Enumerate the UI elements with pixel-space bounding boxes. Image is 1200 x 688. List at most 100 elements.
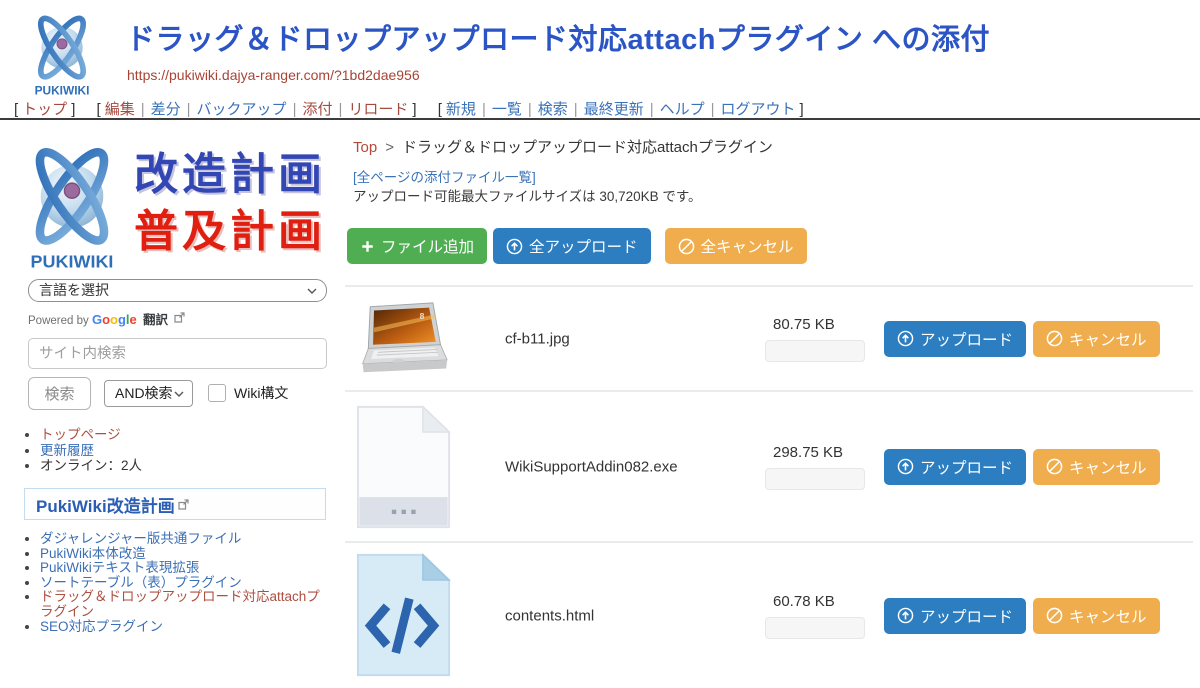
logo-line-kaizou: 改造計画 <box>134 146 326 203</box>
sidebar-plugin-links: ダジャレンジャー版共通ファイル PukiWiki本体改造 PukiWikiテキス… <box>0 532 370 634</box>
list-item: ダジャレンジャー版共通ファイル <box>40 532 328 547</box>
list-item: トップページ <box>40 427 142 443</box>
language-select[interactable]: 言語を選択 <box>28 279 327 302</box>
all-pages-attach-list-link[interactable]: [全ページの添付ファイル一覧] <box>353 166 536 186</box>
sidebar-link-seo-plugin[interactable]: SEO対応プラグイン <box>40 619 163 634</box>
svg-text:8: 8 <box>420 311 425 321</box>
file-row: 8 cf-b11.jpg 80.75 KB アップロード キャンセル <box>345 285 1193 390</box>
nav-bracket: [ <box>97 101 101 118</box>
page-url: https://pukiwiki.dajya-ranger.com/?1bd2d… <box>127 67 420 83</box>
breadcrumb: Top > ドラッグ＆ドロップアップロード対応attachプラグイン <box>353 136 773 157</box>
nav-bracket: ] <box>800 101 804 118</box>
nav-link-reload[interactable]: リロード <box>348 101 408 118</box>
sidebar-link-dnd-attach[interactable]: ドラッグ＆ドロップアップロード対応attachプラグイン <box>40 589 320 619</box>
wiki-syntax-checkbox[interactable] <box>208 384 226 402</box>
nav-link-list[interactable]: 一覧 <box>492 101 522 118</box>
site-title-link[interactable]: PukiWiki改造計画 <box>36 492 175 517</box>
external-link-icon <box>178 499 189 510</box>
file-row-actions: アップロード キャンセル <box>884 321 1160 357</box>
nav-link-recent[interactable]: 最終更新 <box>584 101 644 118</box>
nav-link-backup[interactable]: バックアップ <box>197 101 287 118</box>
breadcrumb-top-link[interactable]: Top <box>353 139 377 156</box>
file-size-column: 298.75 KB <box>765 444 875 490</box>
breadcrumb-current: ドラッグ＆ドロップアップロード対応attachプラグイン <box>402 139 773 156</box>
nav-link-diff[interactable]: 差分 <box>151 101 181 118</box>
file-name: cf-b11.jpg <box>505 330 570 347</box>
nav-bracket: [ <box>438 101 442 118</box>
file-row-actions: アップロード キャンセル <box>884 598 1160 634</box>
google-translate-attribution: Powered by Google 翻訳 <box>28 309 185 328</box>
header-divider <box>0 118 1200 120</box>
sidebar-link-text-ext[interactable]: PukiWikiテキスト表現拡張 <box>40 560 199 575</box>
nav-link-help[interactable]: ヘルプ <box>660 101 705 118</box>
nav-link-search[interactable]: 検索 <box>538 101 568 118</box>
list-item: SEO対応プラグイン <box>40 620 328 635</box>
file-row: WikiSupportAddin082.exe 298.75 KB アップロード… <box>345 390 1193 541</box>
site-title-box: PukiWiki改造計画 <box>24 488 326 520</box>
upload-all-button[interactable]: 全アップロード <box>493 228 651 264</box>
sidebar-site-logo[interactable]: 改造計画 普及計画 <box>14 132 326 274</box>
nav-separator: | <box>187 101 191 118</box>
max-upload-size-text: アップロード可能最大ファイルサイズは 30,720KB です。 <box>353 185 702 205</box>
online-users-count: オンライン：2人 <box>40 458 142 473</box>
list-item: ソートテーブル（表）プラグイン <box>40 576 328 591</box>
upload-button[interactable]: アップロード <box>884 321 1026 357</box>
language-select-value: 言語を選択 <box>39 282 109 298</box>
translate-link[interactable]: 翻訳 <box>143 313 168 327</box>
nav-link-top[interactable]: トップ <box>22 101 67 118</box>
logo-line-fukyuu: 普及計画 <box>134 203 326 260</box>
ban-icon <box>1046 458 1063 475</box>
page-title: ドラッグ＆ドロップアップロード対応attachプラグイン への添付 <box>126 16 990 58</box>
sidebar-link-recent-changes[interactable]: 更新履歴 <box>40 443 94 458</box>
sidebar-link-sort-table[interactable]: ソートテーブル（表）プラグイン <box>40 575 242 590</box>
pukiwiki-atom-icon <box>14 132 130 274</box>
chevron-down-icon <box>174 391 184 397</box>
nav-link-new[interactable]: 新規 <box>446 101 476 118</box>
cancel-button[interactable]: キャンセル <box>1033 598 1160 634</box>
sidebar-link-toppage[interactable]: トップページ <box>40 427 121 442</box>
nav-separator: | <box>338 101 342 118</box>
breadcrumb-separator: > <box>385 139 394 156</box>
upload-progress-bar <box>765 617 865 639</box>
nav-separator: | <box>293 101 297 118</box>
ban-icon <box>1046 607 1063 624</box>
cancel-button[interactable]: キャンセル <box>1033 321 1160 357</box>
nav-bracket: [ <box>14 101 18 118</box>
file-size: 80.75 KB <box>765 316 875 333</box>
cancel-button[interactable]: キャンセル <box>1033 449 1160 485</box>
upload-button[interactable]: アップロード <box>884 598 1026 634</box>
cancel-all-button[interactable]: 全キャンセル <box>665 228 807 264</box>
file-name: WikiSupportAddin082.exe <box>505 458 678 475</box>
file-size: 298.75 KB <box>765 444 875 461</box>
site-logo-text: 改造計画 普及計画 <box>134 132 326 274</box>
search-controls-row: 検索 AND検索 Wiki構文 <box>28 376 288 410</box>
file-row-actions: アップロード キャンセル <box>884 449 1160 485</box>
list-item: 更新履歴 <box>40 443 142 459</box>
file-name: contents.html <box>505 607 594 624</box>
nav-bracket: ] <box>71 101 75 118</box>
plus-icon <box>360 239 375 254</box>
top-nav: [トップ] [編集|差分|バックアップ|添付|リロード] [新規|一覧|検索|最… <box>10 98 808 119</box>
search-mode-select[interactable]: AND検索 <box>104 380 193 407</box>
upload-button[interactable]: アップロード <box>884 449 1026 485</box>
add-files-button[interactable]: ファイル追加 <box>347 228 487 264</box>
search-button[interactable]: 検索 <box>28 377 91 410</box>
upload-icon <box>897 330 914 347</box>
nav-link-edit[interactable]: 編集 <box>105 101 135 118</box>
ban-icon <box>678 238 695 255</box>
sidebar-link-common-files[interactable]: ダジャレンジャー版共通ファイル <box>40 531 241 546</box>
nav-link-logout[interactable]: ログアウト <box>721 101 796 118</box>
pukiwiki-logo[interactable] <box>14 5 110 99</box>
chevron-down-icon <box>307 288 317 294</box>
wiki-syntax-label: Wiki構文 <box>234 383 288 403</box>
generic-file-icon <box>355 403 452 531</box>
sidebar-link-core-mod[interactable]: PukiWiki本体改造 <box>40 546 146 561</box>
file-size-column: 60.78 KB <box>765 593 875 639</box>
upload-progress-bar <box>765 340 865 362</box>
nav-link-attach[interactable]: 添付 <box>302 101 332 118</box>
site-search-input[interactable] <box>28 338 327 369</box>
file-upload-list: 8 cf-b11.jpg 80.75 KB アップロード キャンセル <box>345 285 1193 688</box>
file-row: contents.html 60.78 KB アップロード キャンセル <box>345 541 1193 688</box>
upload-icon <box>506 238 523 255</box>
list-item: PukiWiki本体改造 <box>40 547 328 562</box>
